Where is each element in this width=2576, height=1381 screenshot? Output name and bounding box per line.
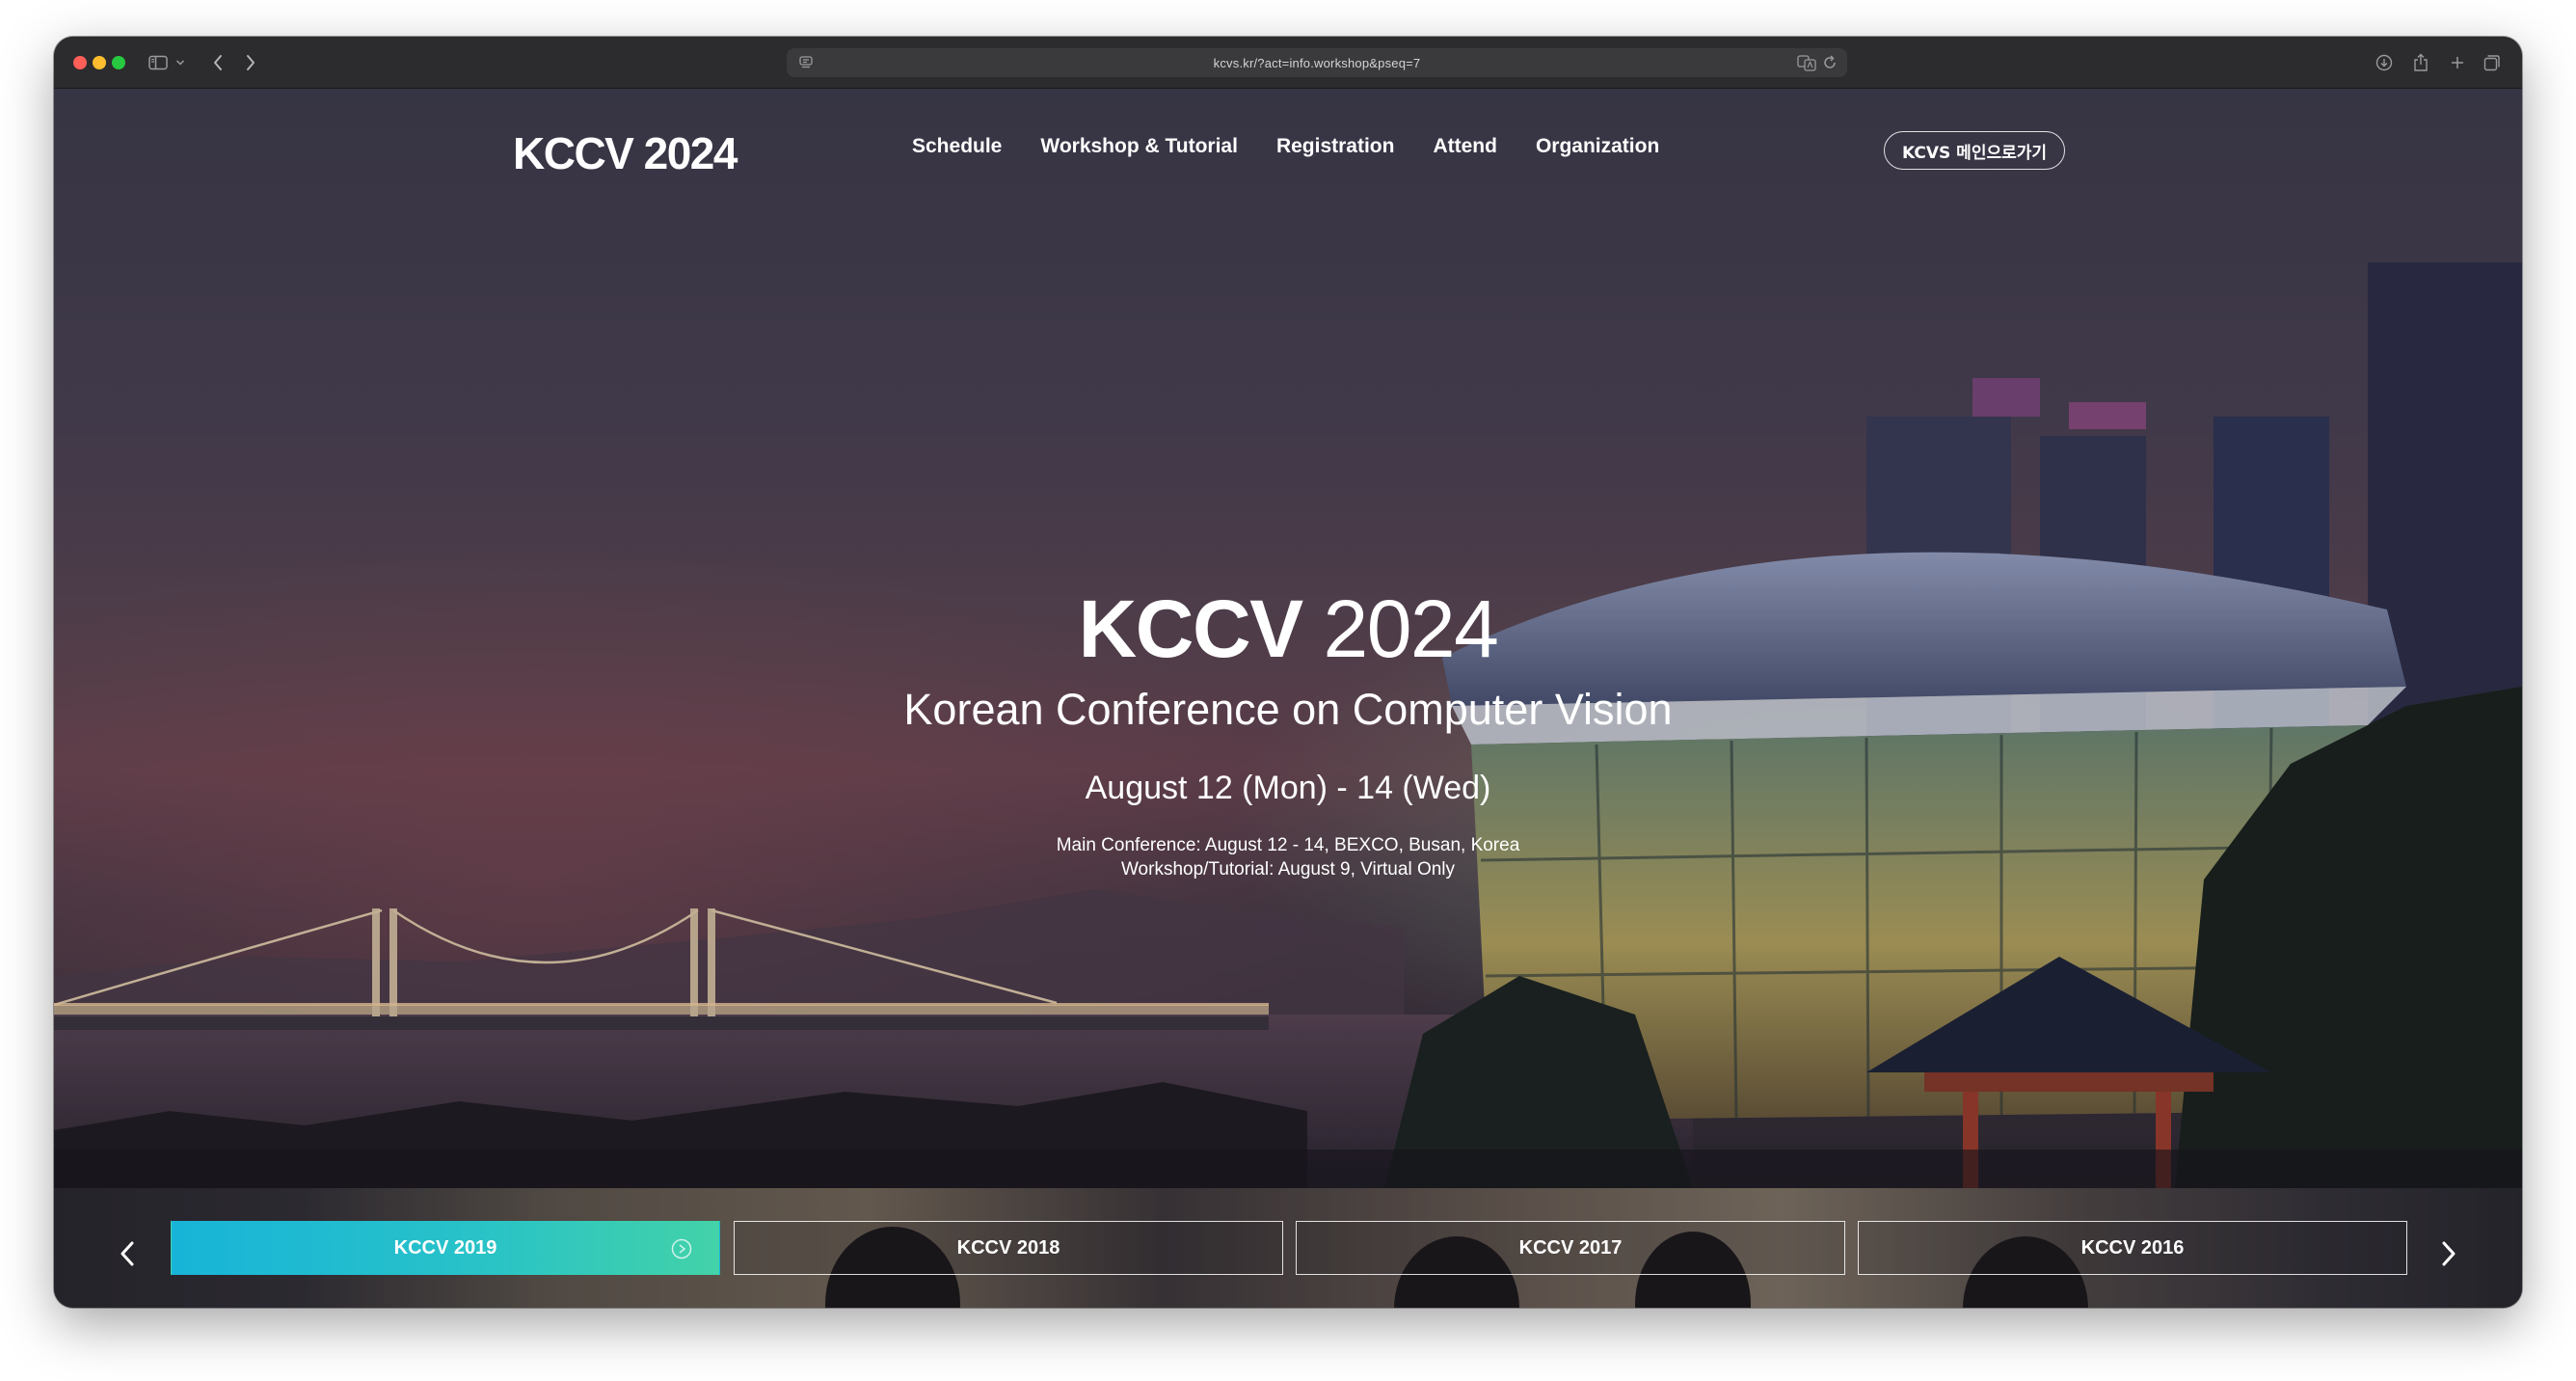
browser-window: kcvs.kr/?act=info.workshop&pseq=7 KCCV 2…	[54, 37, 2522, 1308]
play-circle-icon	[671, 1238, 692, 1259]
translate-icon[interactable]	[1797, 54, 1816, 76]
chevron-right-icon	[2442, 1241, 2455, 1266]
next-arrow-button[interactable]	[2431, 1236, 2466, 1271]
hero-section: KCCV 2024 Schedule Workshop & Tutorial R…	[54, 89, 2522, 1188]
tab-kccv-2017[interactable]: KCCV 2017	[1296, 1221, 1845, 1275]
page-content: KCCV 2024 Schedule Workshop & Tutorial R…	[54, 89, 2522, 1308]
main-conference-info: Main Conference: August 12 - 14, BEXCO, …	[1056, 835, 1520, 855]
forward-icon[interactable]	[239, 50, 262, 75]
address-bar[interactable]: kcvs.kr/?act=info.workshop&pseq=7	[787, 48, 1847, 77]
hero-date: August 12 (Mon) - 14 (Wed)	[1085, 770, 1491, 806]
tab-overview-icon[interactable]	[2482, 50, 2503, 75]
kcvs-main-button[interactable]: KCVS 메인으로가기	[1884, 131, 2065, 170]
tab-kccv-2019[interactable]: KCCV 2019	[171, 1221, 720, 1275]
nav-registration[interactable]: Registration	[1276, 135, 1395, 158]
prev-arrow-button[interactable]	[110, 1236, 145, 1271]
nav-attend[interactable]: Attend	[1433, 135, 1497, 158]
hero-title-kccv: KCCV	[1078, 583, 1304, 674]
reload-icon[interactable]	[1822, 54, 1838, 76]
sidebar-icon[interactable]	[147, 50, 170, 75]
chevron-left-icon	[121, 1241, 134, 1266]
new-tab-icon[interactable]	[2447, 50, 2468, 75]
tab-label: KCCV 2018	[956, 1236, 1060, 1259]
tab-label: KCCV 2019	[393, 1236, 497, 1259]
nav-organization[interactable]: Organization	[1536, 135, 1659, 158]
hero-title-year: 2024	[1323, 583, 1498, 674]
close-window-button[interactable]	[73, 56, 87, 69]
browser-toolbar: kcvs.kr/?act=info.workshop&pseq=7	[54, 37, 2522, 89]
zoom-window-button[interactable]	[112, 56, 125, 69]
hero-title: KCCV 2024	[54, 582, 2522, 676]
tab-label: KCCV 2017	[1518, 1236, 1623, 1259]
tab-label: KCCV 2016	[2080, 1236, 2185, 1259]
site-logo[interactable]: KCCV 2024	[513, 127, 738, 179]
share-icon[interactable]	[2410, 50, 2431, 75]
main-nav: Schedule Workshop & Tutorial Registratio…	[912, 135, 1659, 158]
minimize-window-button[interactable]	[93, 56, 106, 69]
back-icon[interactable]	[206, 50, 229, 75]
nav-workshop-tutorial[interactable]: Workshop & Tutorial	[1040, 135, 1238, 158]
tab-kccv-2016[interactable]: KCCV 2016	[1858, 1221, 2407, 1275]
download-icon[interactable]	[2374, 50, 2395, 75]
chevron-down-icon[interactable]	[174, 50, 187, 75]
hero-subtitle: Korean Conference on Computer Vision	[903, 685, 1673, 734]
nav-schedule[interactable]: Schedule	[912, 135, 1002, 158]
workshop-info: Workshop/Tutorial: August 9, Virtual Onl…	[1120, 859, 1456, 880]
tab-kccv-2018[interactable]: KCCV 2018	[734, 1221, 1283, 1275]
url-text: kcvs.kr/?act=info.workshop&pseq=7	[1213, 56, 1421, 70]
